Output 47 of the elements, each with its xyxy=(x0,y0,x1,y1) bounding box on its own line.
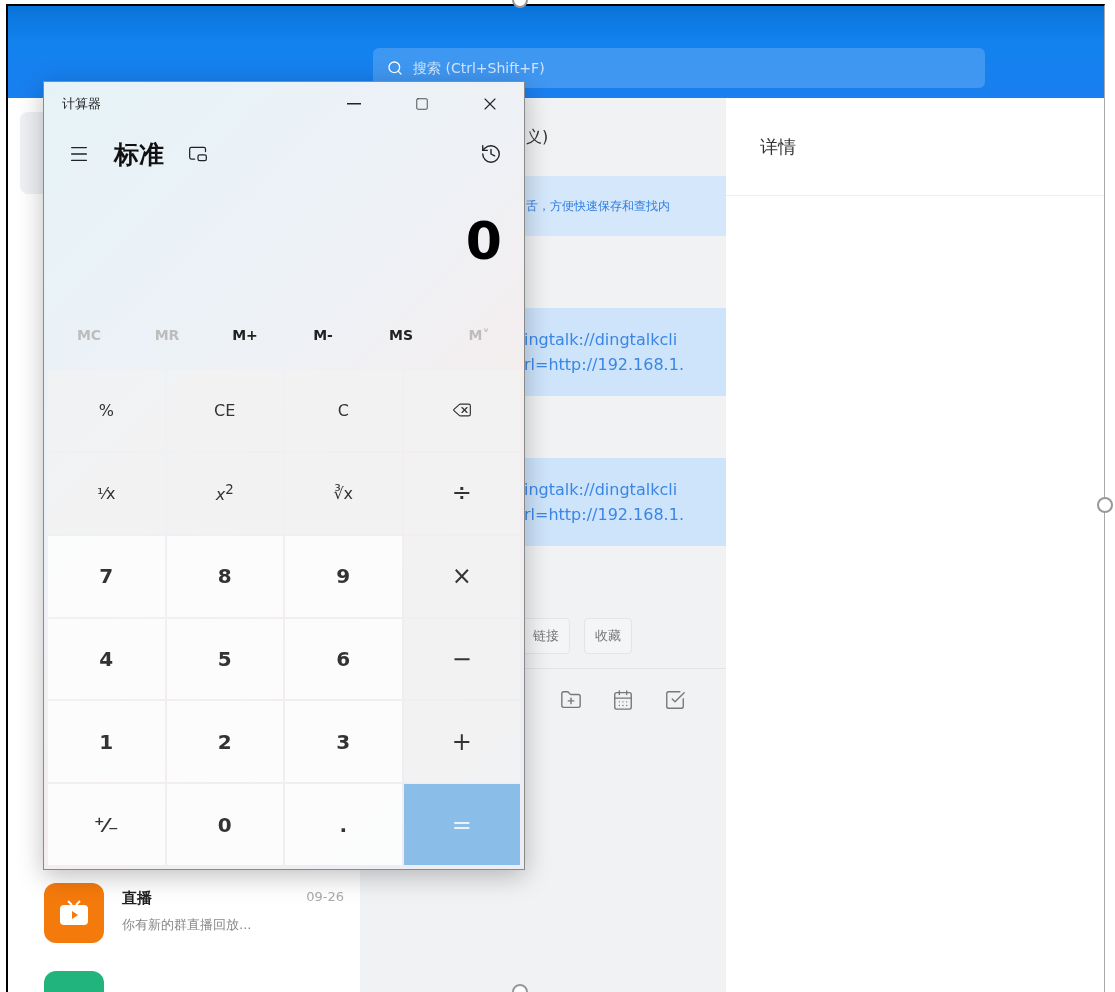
tag-chip[interactable]: 收藏 xyxy=(584,618,632,654)
calculator-key[interactable]: + xyxy=(403,701,520,783)
details-title: 详情 xyxy=(726,98,1104,196)
memory-button[interactable]: MS xyxy=(381,323,421,347)
calculator-key[interactable]: CE xyxy=(166,370,283,451)
chat-title: 义) xyxy=(525,125,550,148)
calculator-key[interactable]: . xyxy=(285,784,402,865)
calculator-key[interactable]: ∛x xyxy=(285,452,402,534)
calculator-key[interactable]: − xyxy=(403,618,520,700)
calculator-key[interactable]: 5 xyxy=(166,618,283,700)
search-input[interactable]: 搜索 (Ctrl+Shift+F) xyxy=(411,59,971,77)
calendar-icon[interactable] xyxy=(612,689,634,711)
app-avatar-icon[interactable] xyxy=(44,883,104,943)
window-title: 计算器 xyxy=(62,95,102,113)
keep-on-top-icon xyxy=(188,144,208,164)
calculator-key[interactable]: % xyxy=(48,370,165,451)
folder-add-icon[interactable] xyxy=(560,689,582,711)
minimize-icon xyxy=(347,103,361,105)
resize-handle[interactable] xyxy=(1097,497,1113,513)
calculator-key[interactable]: 8 xyxy=(166,535,283,617)
conversation-name: 直播 xyxy=(122,889,152,908)
result-display: 0 xyxy=(464,210,503,273)
memory-button[interactable]: M+ xyxy=(224,323,266,347)
calculator-key[interactable]: 3 xyxy=(285,701,402,783)
calculator-key[interactable]: ⁺⁄₋ xyxy=(48,784,165,865)
conversation-preview: 你有新的群直播回放... xyxy=(122,916,253,934)
calculator-key[interactable]: 1 xyxy=(48,701,165,783)
tag-chip[interactable]: 链接 xyxy=(522,618,570,654)
calculator-key[interactable]: 0 xyxy=(166,784,283,865)
calculator-key[interactable]: 7 xyxy=(48,535,165,617)
calculator-key[interactable]: ¹⁄x xyxy=(48,452,165,534)
search-icon xyxy=(387,60,403,76)
checkbox-icon[interactable] xyxy=(664,689,686,711)
conversation-time: 09-26 xyxy=(306,889,344,906)
memory-button[interactable]: M- xyxy=(305,323,341,347)
calculator-key[interactable]: × xyxy=(403,535,520,617)
calculator-key[interactable]: 9 xyxy=(285,535,402,617)
calculator-key[interactable]: ÷ xyxy=(403,452,520,534)
history-icon xyxy=(480,143,502,165)
calculator-key[interactable]: 6 xyxy=(285,618,402,700)
calculator-key[interactable]: 4 xyxy=(48,618,165,700)
calculator-key[interactable]: 2 xyxy=(166,701,283,783)
calculator-key[interactable]: C xyxy=(285,370,402,451)
search-field[interactable]: 搜索 (Ctrl+Shift+F) xyxy=(373,48,985,88)
maximize-icon xyxy=(415,97,429,111)
mode-title: 标准 xyxy=(114,138,164,171)
calculator-key[interactable]: x$^{2}$ xyxy=(166,452,283,534)
